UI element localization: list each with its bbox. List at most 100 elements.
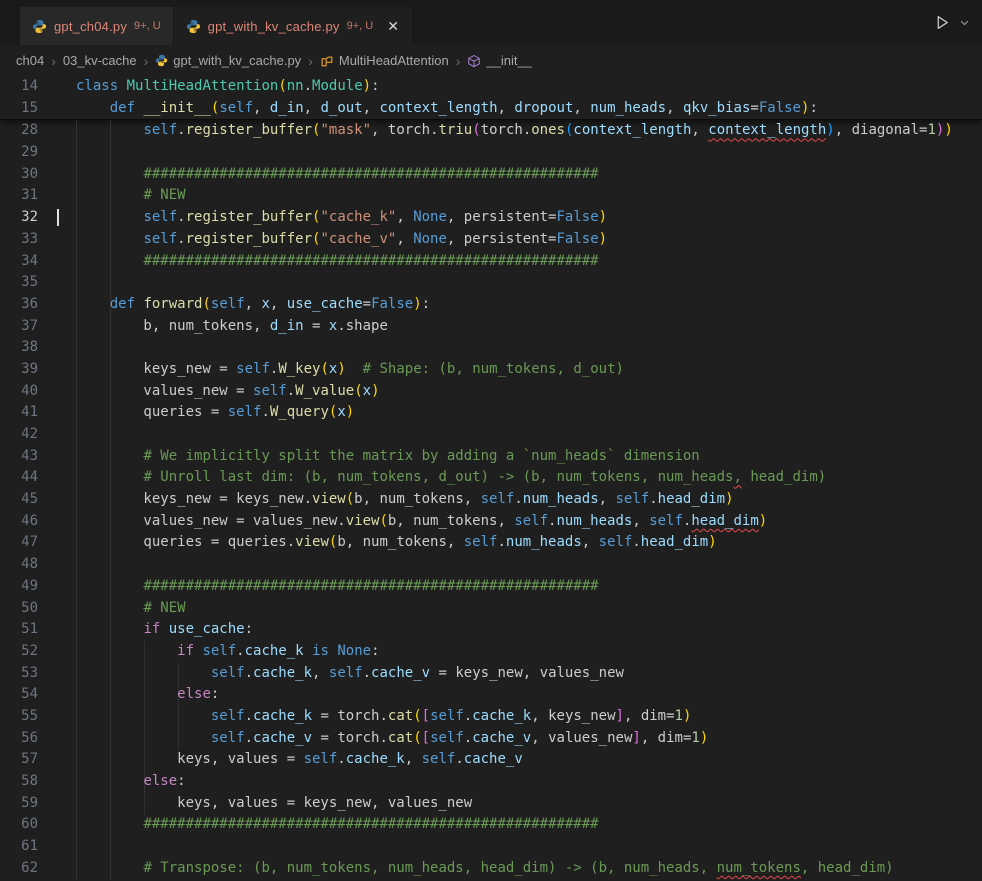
code-line[interactable]: 52 if self.cache_k is None:	[0, 641, 982, 663]
code-line[interactable]: 40 values_new = self.W_value(x)	[0, 381, 982, 403]
code-line[interactable]: 51 if use_cache:	[0, 619, 982, 641]
line-number[interactable]: 59	[0, 793, 38, 815]
code-line[interactable]: 53 self.cache_k, self.cache_v = keys_new…	[0, 663, 982, 685]
breadcrumb-item-class[interactable]: MultiHeadAttention	[320, 53, 449, 68]
code-line[interactable]: 14class MultiHeadAttention(nn.Module):	[0, 76, 982, 98]
line-number[interactable]: 36	[0, 294, 38, 316]
code-line-text: else:	[76, 771, 186, 793]
error-squiggle: head_dim	[691, 513, 758, 529]
code-line[interactable]: 60 #####################################…	[0, 814, 982, 836]
code-line[interactable]: 32 self.register_buffer("cache_k", None,…	[0, 207, 982, 229]
code-area[interactable]: 28 self.register_buffer("mask", torch.tr…	[0, 120, 982, 879]
breadcrumb: ch04 › 03_kv-cache › gpt_with_kv_cache.p…	[0, 45, 982, 76]
code-line-text: else:	[76, 684, 219, 706]
tab-label: gpt_ch04.py	[54, 19, 127, 34]
code-line[interactable]: 55 self.cache_k = torch.cat([self.cache_…	[0, 706, 982, 728]
line-number[interactable]: 61	[0, 836, 38, 858]
code-line[interactable]: 43 # We implicitly split the matrix by a…	[0, 446, 982, 468]
line-number[interactable]: 49	[0, 576, 38, 598]
code-line-text: if use_cache:	[76, 619, 253, 641]
code-line[interactable]: 30 #####################################…	[0, 164, 982, 186]
line-number[interactable]: 39	[0, 359, 38, 381]
code-line[interactable]: 54 else:	[0, 684, 982, 706]
code-line[interactable]: 62 # Transpose: (b, num_tokens, num_head…	[0, 858, 982, 880]
line-number[interactable]: 28	[0, 120, 38, 142]
line-number[interactable]: 35	[0, 272, 38, 294]
class-symbol-icon	[320, 54, 334, 68]
line-number[interactable]: 14	[0, 76, 38, 98]
line-number[interactable]: 29	[0, 142, 38, 164]
line-number[interactable]: 30	[0, 164, 38, 186]
line-number[interactable]: 47	[0, 532, 38, 554]
code-line[interactable]: 45 keys_new = keys_new.view(b, num_token…	[0, 489, 982, 511]
tab-gpt-ch04[interactable]: gpt_ch04.py 9+, U	[20, 7, 174, 45]
code-line[interactable]: 50 # NEW	[0, 598, 982, 620]
tab-gpt-with-kv-cache[interactable]: gpt_with_kv_cache.py 9+, U ✕	[174, 7, 414, 45]
code-line[interactable]: 47 queries = queries.view(b, num_tokens,…	[0, 532, 982, 554]
line-number[interactable]: 51	[0, 619, 38, 641]
code-line[interactable]: 33 self.register_buffer("cache_v", None,…	[0, 229, 982, 251]
line-number[interactable]: 38	[0, 337, 38, 359]
editor[interactable]: 14class MultiHeadAttention(nn.Module):15…	[0, 76, 982, 881]
code-line[interactable]: 41 queries = self.W_query(x)	[0, 402, 982, 424]
code-line[interactable]: 61	[0, 836, 982, 858]
code-line[interactable]: 42	[0, 424, 982, 446]
code-line-text: # NEW	[76, 598, 186, 620]
line-number[interactable]: 57	[0, 749, 38, 771]
code-line[interactable]: 48	[0, 554, 982, 576]
run-dropdown-chevron-icon[interactable]	[959, 17, 970, 28]
line-number[interactable]: 15	[0, 98, 38, 120]
breadcrumb-item-03-kv-cache[interactable]: 03_kv-cache	[63, 53, 137, 68]
line-number[interactable]: 45	[0, 489, 38, 511]
code-line-text: self.register_buffer("cache_v", None, pe…	[76, 229, 607, 251]
line-number[interactable]: 54	[0, 684, 38, 706]
line-number[interactable]: 60	[0, 814, 38, 836]
line-number[interactable]: 46	[0, 511, 38, 533]
line-number[interactable]: 48	[0, 554, 38, 576]
code-line[interactable]: 58 else:	[0, 771, 982, 793]
line-number[interactable]: 32	[0, 207, 38, 229]
line-number[interactable]: 37	[0, 316, 38, 338]
breadcrumb-item-file[interactable]: gpt_with_kv_cache.py	[155, 53, 301, 68]
code-line-text: # NEW	[76, 185, 186, 207]
line-number[interactable]: 34	[0, 251, 38, 273]
line-number[interactable]: 43	[0, 446, 38, 468]
breadcrumb-item-init[interactable]: __init__	[467, 53, 532, 68]
code-line[interactable]: 35	[0, 272, 982, 294]
code-line[interactable]: 38	[0, 337, 982, 359]
line-number[interactable]: 55	[0, 706, 38, 728]
code-line[interactable]: 34 #####################################…	[0, 251, 982, 273]
code-line[interactable]: 59 keys, values = keys_new, values_new	[0, 793, 982, 815]
line-number[interactable]: 42	[0, 424, 38, 446]
line-number[interactable]: 58	[0, 771, 38, 793]
code-line[interactable]: 28 self.register_buffer("mask", torch.tr…	[0, 120, 982, 142]
close-icon[interactable]: ✕	[385, 17, 401, 35]
code-line[interactable]: 39 keys_new = self.W_key(x) # Shape: (b,…	[0, 359, 982, 381]
breadcrumb-item-ch04[interactable]: ch04	[16, 53, 44, 68]
line-number[interactable]: 56	[0, 728, 38, 750]
code-line-text: keys_new = keys_new.view(b, num_tokens, …	[76, 489, 734, 511]
code-line[interactable]: 46 values_new = values_new.view(b, num_t…	[0, 511, 982, 533]
code-line[interactable]: 15 def __init__(self, d_in, d_out, conte…	[0, 98, 982, 120]
line-number[interactable]: 50	[0, 598, 38, 620]
code-line[interactable]: 36 def forward(self, x, use_cache=False)…	[0, 294, 982, 316]
code-line-text: keys, values = self.cache_k, self.cache_…	[76, 749, 523, 771]
line-number[interactable]: 44	[0, 467, 38, 489]
code-line[interactable]: 57 keys, values = self.cache_k, self.cac…	[0, 749, 982, 771]
line-number[interactable]: 31	[0, 185, 38, 207]
line-number[interactable]: 33	[0, 229, 38, 251]
line-number[interactable]: 53	[0, 663, 38, 685]
code-line[interactable]: 49 #####################################…	[0, 576, 982, 598]
line-number[interactable]: 40	[0, 381, 38, 403]
line-number[interactable]: 52	[0, 641, 38, 663]
run-icon[interactable]	[934, 14, 951, 31]
code-line[interactable]: 44 # Unroll last dim: (b, num_tokens, d_…	[0, 467, 982, 489]
error-squiggle: ,	[733, 469, 741, 485]
line-number[interactable]: 62	[0, 858, 38, 880]
python-icon	[155, 54, 168, 67]
code-line[interactable]: 29	[0, 142, 982, 164]
line-number[interactable]: 41	[0, 402, 38, 424]
code-line[interactable]: 37 b, num_tokens, d_in = x.shape	[0, 316, 982, 338]
code-line[interactable]: 56 self.cache_v = torch.cat([self.cache_…	[0, 728, 982, 750]
code-line[interactable]: 31 # NEW	[0, 185, 982, 207]
